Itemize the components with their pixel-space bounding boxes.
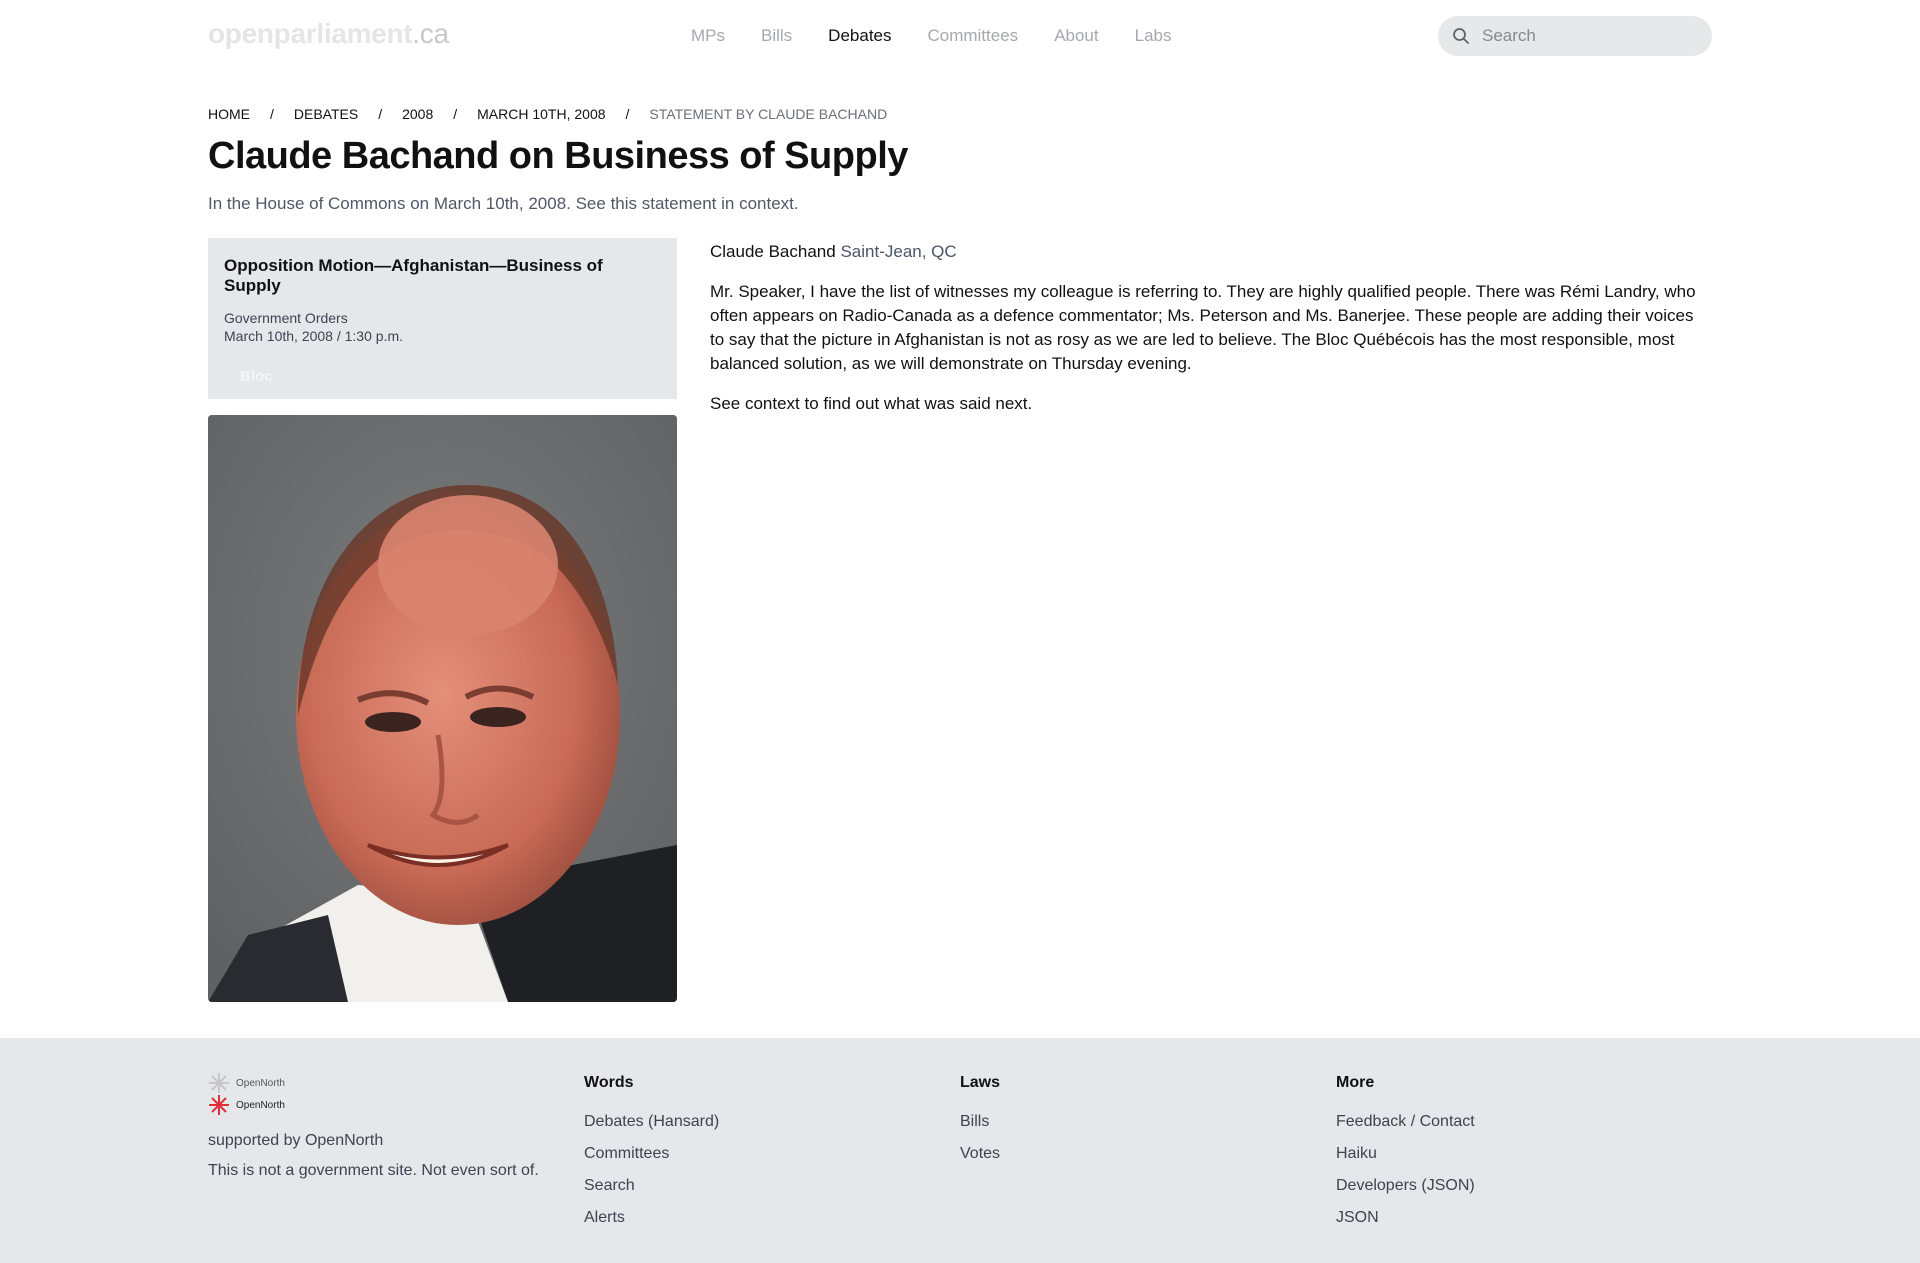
debate-info-box: Opposition Motion—Afghanistan—Business o… [208, 237, 677, 399]
footer: OpenNorth OpenNorth supported by OpenNor… [0, 1038, 1920, 1263]
speaker-line: Claude Bachand Saint-Jean, QC [710, 240, 1712, 264]
footer-brand: OpenNorth OpenNorth supported by OpenNor… [208, 1072, 539, 1180]
breadcrumb-separator: / [378, 106, 383, 122]
footer-link-search[interactable]: Search [584, 1176, 719, 1196]
breadcrumb-separator: / [625, 106, 630, 122]
opennorth-star-icon [209, 1095, 229, 1115]
statement-text: Mr. Speaker, I have the list of witnesse… [710, 281, 1696, 373]
statement: Claude Bachand Saint-Jean, QC Mr. Speake… [710, 238, 1712, 1002]
logo-tld: .ca [412, 18, 449, 49]
supported-by[interactable]: supported by OpenNorth [208, 1132, 539, 1150]
site-logo[interactable]: openparliament.ca [208, 18, 449, 50]
breadcrumb-separator: / [453, 106, 458, 122]
breadcrumb-home[interactable]: HOME [208, 106, 250, 122]
footer-col-words: Words Debates (Hansard) Committees Searc… [584, 1074, 719, 1228]
footer-link-committees[interactable]: Committees [584, 1144, 719, 1164]
main-nav: MPs Bills Debates Committees About Labs [691, 26, 1208, 46]
page-title: Claude Bachand on Business of Supply [208, 135, 908, 177]
breadcrumb-current: STATEMENT BY CLAUDE BACHAND [649, 106, 888, 122]
footer-link-bills[interactable]: Bills [960, 1112, 1000, 1132]
nav-committees[interactable]: Committees [928, 26, 1019, 46]
footer-heading: More [1336, 1074, 1375, 1091]
page-subtitle[interactable]: In the House of Commons on March 10th, 2… [208, 194, 1712, 214]
opennorth-logo[interactable]: OpenNorth [208, 1072, 539, 1094]
mp-photo [208, 414, 677, 1002]
nav-debates[interactable]: Debates [828, 26, 891, 46]
debate-topic[interactable]: Opposition Motion—Afghanistan—Business o… [224, 256, 661, 296]
party-label: Bloc [240, 367, 273, 385]
top-navigation: openparliament.ca MPs Bills Debates Comm… [208, 0, 1712, 74]
main-content: Opposition Motion—Afghanistan—Business o… [208, 237, 1712, 1002]
search-box[interactable] [1438, 16, 1712, 56]
footer-link-debates[interactable]: Debates (Hansard) [584, 1112, 719, 1132]
sidebar: Opposition Motion—Afghanistan—Business o… [208, 237, 677, 1002]
footer-link-feedback[interactable]: Feedback / Contact [1336, 1112, 1475, 1132]
breadcrumb-year[interactable]: 2008 [402, 106, 433, 122]
debate-section: Government Orders [224, 309, 348, 326]
footer-heading: Words [584, 1074, 634, 1091]
footer-link-json[interactable]: JSON [1336, 1208, 1475, 1228]
footer-link-developers[interactable]: Developers (JSON) [1336, 1176, 1475, 1196]
debate-datetime[interactable]: March 10th, 2008 / 1:30 p.m. [224, 328, 661, 344]
context-link[interactable]: See context to find out what was said ne… [710, 392, 1712, 416]
opennorth-star-icon [209, 1073, 229, 1093]
breadcrumb-debates[interactable]: DEBATES [294, 106, 358, 122]
footer-col-laws: Laws Bills Votes [960, 1074, 1000, 1164]
footer-link-votes[interactable]: Votes [960, 1144, 1000, 1164]
search-input[interactable] [1480, 25, 1704, 47]
search-icon [1452, 26, 1472, 46]
footer-heading: Laws [960, 1074, 1001, 1091]
logo-text: openparliament [208, 18, 413, 49]
speaker-name[interactable]: Claude Bachand [710, 242, 836, 261]
breadcrumb: HOME / DEBATES / 2008 / MARCH 10TH, 2008… [208, 106, 1712, 122]
footer-col-more: More Feedback / Contact Haiku Developers… [1336, 1074, 1475, 1228]
disclaimer: This is not a government site. Not even … [208, 1162, 539, 1179]
footer-link-haiku[interactable]: Haiku [1336, 1144, 1475, 1164]
nav-about[interactable]: About [1054, 26, 1098, 46]
breadcrumb-separator: / [270, 106, 274, 122]
opennorth-logo-color[interactable]: OpenNorth [208, 1094, 539, 1116]
breadcrumb-date[interactable]: MARCH 10TH, 2008 [477, 106, 605, 122]
nav-labs[interactable]: Labs [1135, 26, 1172, 46]
footer-link-alerts[interactable]: Alerts [584, 1208, 719, 1228]
nav-bills[interactable]: Bills [761, 26, 792, 46]
nav-mps[interactable]: MPs [691, 26, 725, 46]
speaker-riding: Saint-Jean, QC [840, 241, 957, 261]
